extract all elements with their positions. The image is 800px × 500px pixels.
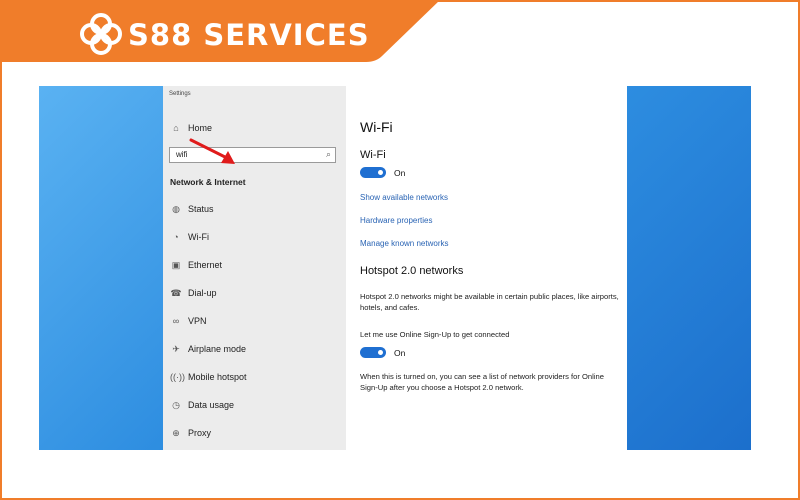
section-title: Network & Internet	[170, 177, 246, 187]
hotspot-heading: Hotspot 2.0 networks	[360, 265, 464, 277]
sidebar-item-label: Dial-up	[188, 288, 217, 298]
desktop-background-right	[627, 86, 751, 450]
manage-known-networks-link[interactable]: Manage known networks	[360, 239, 449, 248]
sidebar-item-airplane-mode[interactable]: ✈ Airplane mode	[163, 339, 346, 359]
search-value: wifi	[176, 150, 188, 159]
sidebar-item-label: Proxy	[188, 428, 212, 438]
wifi-icon: ◔	[173, 232, 179, 242]
signup-toggle[interactable]	[360, 347, 386, 358]
sidebar-item-label: Mobile hotspot	[188, 372, 247, 382]
search-icon: ⌕	[325, 149, 331, 159]
proxy-icon: ⊕	[172, 428, 180, 438]
hotspot-description: Hotspot 2.0 networks might be available …	[360, 292, 619, 312]
sidebar-item-label: Data usage	[188, 400, 235, 410]
signup-description: When this is turned on, you can see a li…	[360, 372, 604, 392]
sidebar-item-proxy[interactable]: ⊕ Proxy	[163, 423, 346, 443]
airplane-icon: ✈	[172, 344, 180, 354]
sidebar-item-vpn[interactable]: ∞ VPN	[163, 311, 346, 331]
sidebar-item-wifi[interactable]: ◔ Wi-Fi	[163, 227, 346, 247]
signup-label: Let me use Online Sign-Up to get connect…	[360, 330, 510, 339]
ethernet-icon: ▣	[171, 260, 181, 270]
brand-banner	[0, 0, 440, 62]
sidebar-item-label: Airplane mode	[188, 344, 247, 354]
sidebar-item-dial-up[interactable]: ☎ Dial-up	[163, 283, 346, 303]
phone-icon: ☎	[170, 288, 182, 298]
red-pointer-arrow	[189, 138, 235, 164]
sidebar-item-status[interactable]: ◍ Status	[163, 199, 346, 219]
hardware-properties-link[interactable]: Hardware properties	[360, 216, 432, 225]
page-title: Wi-Fi	[360, 119, 393, 135]
sidebar-item-mobile-hotspot[interactable]: ((·)) Mobile hotspot	[163, 367, 346, 387]
signup-toggle-state: On	[394, 348, 406, 358]
wifi-label: Wi-Fi	[360, 149, 386, 161]
brand-name: S88 SERVICES	[128, 18, 370, 52]
wifi-toggle-state: On	[394, 168, 406, 178]
sidebar-item-label: Status	[188, 204, 214, 214]
data-usage-icon: ◷	[172, 400, 180, 410]
desktop-background-left	[39, 86, 163, 450]
home-icon: ⌂	[173, 123, 179, 133]
sidebar-item-data-usage[interactable]: ◷ Data usage	[163, 395, 346, 415]
settings-content: Wi-Fi Wi-Fi On Show available networks H…	[360, 86, 626, 450]
globe-icon: ◍	[172, 204, 180, 214]
sidebar-item-ethernet[interactable]: ▣ Ethernet	[163, 255, 346, 275]
show-available-networks-link[interactable]: Show available networks	[360, 193, 448, 202]
settings-screenshot: Settings ⌂ Home wifi ⌕ Network & Interne…	[39, 86, 751, 450]
wifi-toggle[interactable]	[360, 167, 386, 178]
sidebar-item-label: VPN	[188, 316, 207, 326]
sidebar-item-label: Wi-Fi	[188, 232, 209, 242]
sidebar-item-home[interactable]: ⌂ Home	[163, 118, 346, 138]
sidebar-item-label: Home	[188, 123, 213, 133]
hotspot-icon: ((·))	[170, 372, 185, 382]
sidebar-item-label: Ethernet	[188, 260, 223, 270]
vpn-icon: ∞	[172, 316, 180, 326]
window-title: Settings	[169, 91, 191, 97]
